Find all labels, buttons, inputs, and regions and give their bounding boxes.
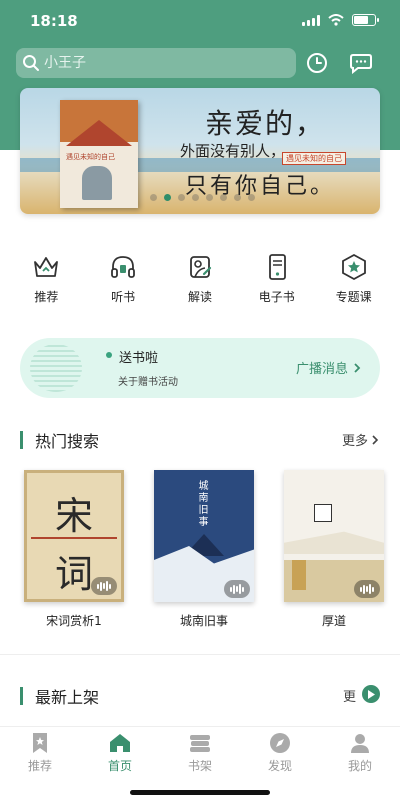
banner-line-2: 外面没有别人， <box>180 142 286 160</box>
user-icon <box>351 734 369 753</box>
section-accent <box>20 431 23 449</box>
broadcast-link[interactable]: 广播消息 <box>296 358 362 377</box>
quick-nav: 推荐 听书 解读 电子书 专题课 <box>0 252 400 312</box>
banner-book-cover: 遇见未知的自己 <box>60 100 138 208</box>
chevron-right-icon <box>372 434 379 445</box>
tab-bar: 推荐 首页 书架 发现 我的 <box>0 726 400 800</box>
wifi-icon <box>328 14 344 26</box>
quicknav-label: 推荐 <box>34 290 59 304</box>
house-illustration <box>314 504 332 522</box>
tab-label: 首页 <box>107 759 132 773</box>
carousel-dot[interactable] <box>220 194 227 201</box>
chat-bubble-icon <box>350 54 372 74</box>
search-input[interactable] <box>44 55 284 71</box>
battery-level <box>354 16 369 24</box>
new-arrivals-header: 最新上架 更 <box>20 684 380 708</box>
quicknav-interpret[interactable]: 解读 <box>167 252 233 312</box>
promo-decoration <box>30 344 82 392</box>
carousel-dot[interactable] <box>206 194 213 201</box>
bookmark-icon <box>33 733 47 753</box>
search-icon <box>23 55 39 71</box>
hot-search-books: 宋 词 宋词赏析1 城南旧事 城南旧事 厚道 <box>24 470 384 629</box>
cover-text: 城南旧事 <box>196 480 207 528</box>
banner-tag: 遇见未知的自己 <box>282 152 346 165</box>
tab-label: 推荐 <box>27 759 52 773</box>
compass-icon <box>270 733 290 753</box>
tab-recommend[interactable]: 推荐 <box>5 731 75 800</box>
quicknav-listen[interactable]: 听书 <box>90 252 156 312</box>
search-bar[interactable] <box>16 48 296 78</box>
signal-icon <box>302 14 320 26</box>
status-bar: 18:18 <box>0 0 400 44</box>
quicknav-ebook[interactable]: 电子书 <box>244 252 310 312</box>
carousel-dot[interactable] <box>234 194 241 201</box>
quicknav-label: 解读 <box>187 290 212 304</box>
section-accent <box>20 687 23 705</box>
broadcast-link-label: 广播消息 <box>295 362 348 377</box>
clock-icon <box>307 53 327 73</box>
carousel-dot[interactable] <box>164 194 171 201</box>
promo-dot <box>106 352 112 358</box>
carousel-dot[interactable] <box>150 194 157 201</box>
crown-icon <box>34 257 59 277</box>
tab-profile[interactable]: 我的 <box>325 731 395 800</box>
edit-card-icon <box>190 256 212 278</box>
carousel-dots[interactable] <box>150 194 255 201</box>
carousel-dot[interactable] <box>248 194 255 201</box>
more-link[interactable]: 更 <box>343 686 356 705</box>
carousel-dot[interactable] <box>192 194 199 201</box>
book-title: 厚道 <box>321 614 346 628</box>
quicknav-label: 专题课 <box>335 290 372 304</box>
more-link[interactable]: 更多 <box>342 430 380 449</box>
audio-icon <box>354 580 380 598</box>
book-cover[interactable]: 城南旧事 <box>154 470 254 602</box>
audio-icon <box>91 577 117 595</box>
book-cover[interactable] <box>284 470 384 602</box>
section-divider <box>0 654 400 655</box>
banner-line-1: 亲爱的， <box>205 107 326 140</box>
tab-label: 我的 <box>347 759 372 773</box>
status-time: 18:18 <box>30 12 78 30</box>
quicknav-label: 电子书 <box>258 290 295 304</box>
status-icons <box>302 14 379 26</box>
banner-carousel[interactable]: 遇见未知的自己 亲爱的， 外面没有别人， 遇见未知的自己 只有你自己。 <box>20 88 380 214</box>
section-title: 最新上架 <box>35 688 100 707</box>
chevron-right-icon <box>354 362 361 373</box>
more-label: 更多 <box>341 434 368 449</box>
cover-text-top: 宋 <box>55 494 94 538</box>
message-button[interactable] <box>348 50 374 76</box>
home-indicator <box>130 790 270 795</box>
promo-subtitle: 关于赠书活动 <box>118 377 178 388</box>
book-title: 城南旧事 <box>179 614 228 628</box>
star-badge-icon <box>341 253 366 281</box>
book-item[interactable]: 城南旧事 城南旧事 <box>154 470 254 629</box>
quicknav-label: 听书 <box>111 290 136 304</box>
banner-book-title: 遇见未知的自己 <box>66 153 115 161</box>
home-icon <box>110 734 130 752</box>
book-item[interactable]: 厚道 <box>284 470 384 629</box>
book-item[interactable]: 宋 词 宋词赏析1 <box>24 470 124 629</box>
history-button[interactable] <box>304 50 330 76</box>
audio-icon <box>224 580 250 598</box>
book-title: 宋词赏析1 <box>46 614 102 628</box>
section-title: 热门搜索 <box>35 432 100 451</box>
tab-label: 发现 <box>267 759 292 773</box>
battery-icon <box>352 14 379 26</box>
book-cover[interactable]: 宋 词 <box>24 470 124 602</box>
cover-text-bottom: 词 <box>55 552 94 596</box>
bookshelf-icon <box>190 735 210 752</box>
hot-search-header: 热门搜索 更多 <box>20 428 380 452</box>
quicknav-recommend[interactable]: 推荐 <box>13 252 79 312</box>
tab-label: 书架 <box>187 759 212 773</box>
headphones-icon <box>111 256 136 278</box>
ebook-reader-icon <box>268 254 286 280</box>
promo-card[interactable]: 送书啦 关于赠书活动 广播消息 <box>20 338 380 398</box>
play-icon <box>368 689 375 699</box>
promo-title: 送书啦 <box>119 351 159 366</box>
play-button[interactable] <box>362 685 380 703</box>
carousel-dot[interactable] <box>178 194 185 201</box>
quicknav-course[interactable]: 专题课 <box>321 252 387 312</box>
